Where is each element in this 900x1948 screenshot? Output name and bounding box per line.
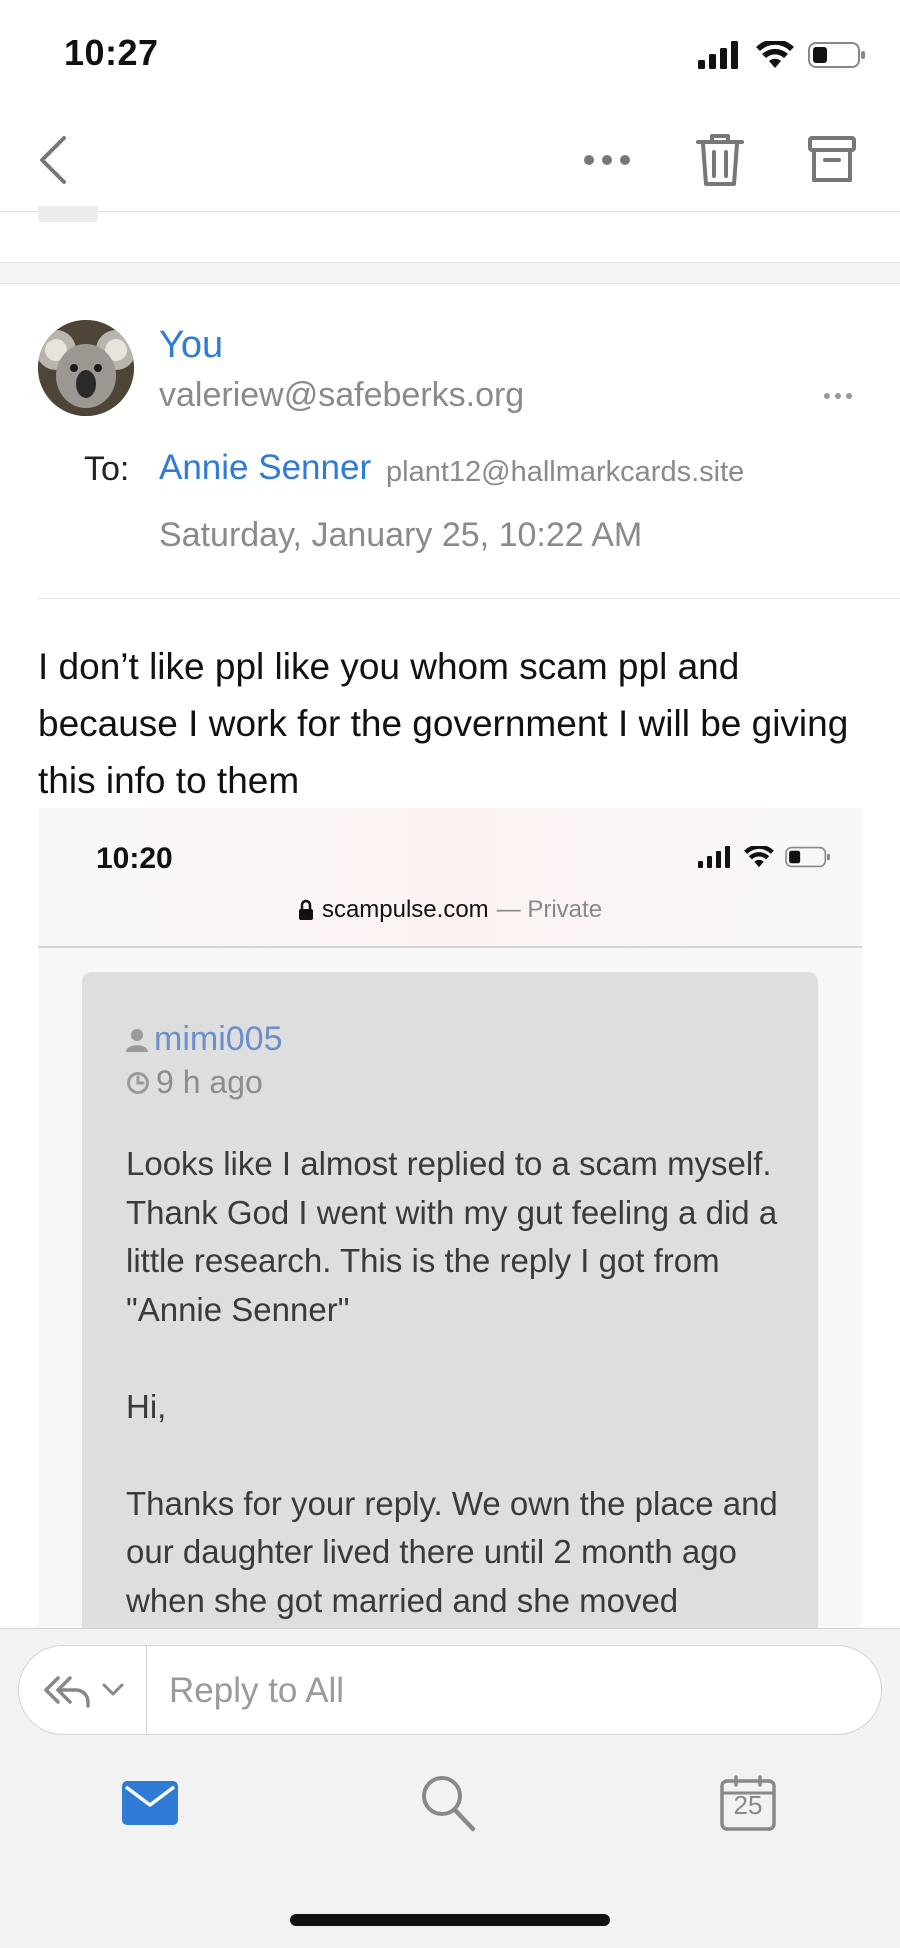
trash-icon — [696, 134, 744, 186]
message-body: I don’t like ppl like you whom scam ppl … — [38, 646, 849, 801]
header-divider — [38, 598, 900, 599]
back-button[interactable] — [30, 130, 80, 190]
lock-icon — [298, 899, 313, 920]
embedded-post-card: mimi005 9 h ago Looks like I almost repl… — [82, 972, 818, 1628]
cellular-signal-icon — [698, 41, 738, 69]
message-date: Saturday, January 25, 10:22 AM — [159, 516, 643, 554]
message-options-button[interactable] — [816, 384, 860, 408]
status-icons — [698, 38, 866, 72]
wifi-icon — [744, 846, 774, 868]
sender-email: valeriew@safeberks.org — [159, 376, 525, 414]
embedded-browser-bar: 10:20 scampulse.com — Private — [38, 808, 862, 948]
embedded-username: mimi005 — [154, 1020, 283, 1058]
koala-avatar-icon — [38, 320, 134, 416]
email-header: You valeriew@safeberks.org To: Annie Sen… — [0, 284, 900, 600]
search-icon — [422, 1776, 476, 1832]
home-indicator[interactable] — [290, 1914, 610, 1926]
sender-name[interactable]: You — [159, 324, 223, 367]
embedded-post-text: Looks like I almost replied to a scam my… — [126, 1145, 778, 1619]
more-actions-button[interactable] — [580, 132, 634, 188]
archive-button[interactable] — [802, 128, 862, 192]
reply-box — [18, 1645, 882, 1735]
recipient-name[interactable]: Annie Senner — [159, 448, 371, 488]
embedded-post-time: 9 h ago — [126, 1064, 263, 1101]
tab-calendar[interactable]: 25 — [708, 1768, 788, 1838]
tab-mail[interactable] — [110, 1768, 190, 1838]
cellular-signal-icon — [698, 846, 730, 868]
embedded-screenshot[interactable]: 10:20 scampulse.com — Private mimi005 9 … — [38, 808, 862, 1628]
chevron-left-icon — [40, 136, 66, 184]
calendar-day-number: 25 — [733, 1790, 763, 1820]
previous-message-stub[interactable] — [38, 206, 98, 222]
status-bar: 10:27 — [0, 0, 900, 110]
tab-search[interactable] — [408, 1768, 488, 1838]
reply-input[interactable] — [169, 1668, 849, 1714]
mail-icon — [122, 1781, 178, 1825]
wifi-icon — [756, 41, 794, 68]
recipient-email: plant12@hallmarkcards.site — [386, 456, 745, 488]
embedded-status-icons — [698, 846, 832, 868]
archive-icon — [808, 136, 856, 182]
embedded-site-url: scampulse.com — [321, 896, 489, 923]
battery-icon — [785, 846, 830, 868]
to-label: To: — [84, 450, 130, 488]
navigation-bar — [0, 110, 900, 212]
avatar[interactable] — [38, 320, 134, 416]
reply-all-icon — [43, 1676, 90, 1708]
embedded-time-ago: 9 h ago — [156, 1064, 263, 1100]
reply-options-button[interactable] — [19, 1646, 147, 1734]
embedded-status-time: 10:20 — [96, 842, 173, 875]
embedded-url-bar: scampulse.com — Private — [38, 896, 862, 924]
embedded-post-author: mimi005 — [126, 1020, 282, 1059]
battery-icon — [808, 42, 865, 68]
embedded-private-label: — Private — [496, 896, 603, 923]
tab-bar: 25 — [0, 1738, 900, 1868]
delete-button[interactable] — [690, 128, 750, 192]
chevron-down-icon — [102, 1683, 123, 1696]
status-time: 10:27 — [64, 32, 159, 73]
message-separator — [0, 262, 900, 284]
user-icon — [126, 1028, 148, 1052]
more-horizontal-icon — [824, 393, 852, 399]
clock-icon — [127, 1071, 149, 1094]
more-horizontal-icon — [584, 155, 630, 165]
